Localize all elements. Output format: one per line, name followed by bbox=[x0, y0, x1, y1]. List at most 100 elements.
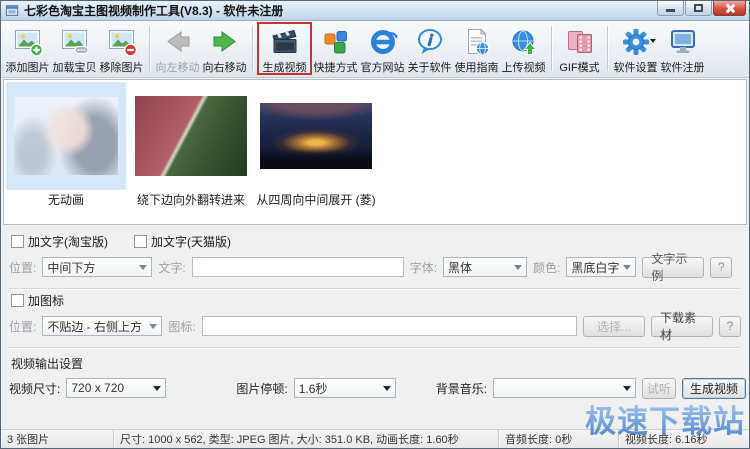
video-size-select[interactable]: 720 x 720 bbox=[66, 378, 167, 398]
text-font-select[interactable]: 黑体 bbox=[443, 257, 528, 277]
toolbar-upload-video[interactable]: 上传视频 bbox=[500, 22, 547, 75]
icon-file-input[interactable] bbox=[201, 316, 577, 336]
guide-icon bbox=[461, 27, 493, 57]
text-content-input[interactable] bbox=[191, 257, 404, 277]
toolbar-add-image[interactable]: 添加图片 bbox=[4, 22, 51, 75]
toolbar-add-image-label: 添加图片 bbox=[5, 62, 50, 74]
toolbar-website-label: 官方网站 bbox=[360, 62, 405, 74]
thumbnail-item[interactable]: 绕下边向外翻转进来 bbox=[131, 82, 251, 208]
icon-file-label: 图标: bbox=[168, 319, 196, 334]
chevron-down-icon bbox=[382, 385, 391, 391]
statusbar-image-count: 3 张图片 bbox=[1, 430, 114, 448]
toolbar-register-label: 软件注册 bbox=[660, 62, 705, 74]
text-sample-button[interactable]: 文字示例 bbox=[642, 252, 705, 283]
close-button[interactable] bbox=[713, 1, 746, 16]
text-help-button[interactable]: ? bbox=[710, 256, 733, 278]
toolbar-move-right[interactable]: 向右移动 bbox=[201, 22, 248, 75]
text-color-label: 颜色: bbox=[533, 260, 561, 275]
toolbar-settings[interactable]: 软件设置 bbox=[612, 22, 659, 75]
thumbnail-item[interactable]: 无动画 bbox=[6, 82, 126, 208]
toolbar-guide[interactable]: 使用指南 bbox=[453, 22, 500, 75]
toolbar-load-item[interactable]: 加载宝贝 bbox=[51, 22, 98, 75]
text-position-select[interactable]: 中间下方 bbox=[42, 257, 153, 277]
image-pause-select[interactable]: 1.6秒 bbox=[293, 378, 396, 398]
icon-checkbox-row: 加图标 bbox=[11, 292, 741, 308]
app-icon bbox=[5, 4, 19, 16]
remove-image-icon bbox=[106, 27, 138, 57]
toolbar-about-label: 关于软件 bbox=[407, 62, 452, 74]
thumbnail-caption: 从四周向中间展开 (菱) bbox=[256, 192, 376, 207]
thumbnail-item[interactable]: 从四周向中间展开 (菱) bbox=[256, 82, 376, 208]
toolbar-remove-image-label: 移除图片 bbox=[99, 62, 144, 74]
chevron-down-icon bbox=[623, 264, 632, 270]
toolbar-separator bbox=[551, 26, 552, 71]
generate-video-button-label: 生成视频 bbox=[690, 381, 739, 396]
tmall-text-checkbox-group[interactable]: 加文字(天猫版) bbox=[134, 233, 231, 250]
website-icon bbox=[367, 27, 399, 57]
toolbar-separator bbox=[607, 26, 608, 71]
toolbar-separator bbox=[252, 26, 253, 71]
chevron-down-icon bbox=[139, 264, 148, 270]
toolbar-remove-image[interactable]: 移除图片 bbox=[98, 22, 145, 75]
toolbar-gif-mode-label: GIF模式 bbox=[559, 62, 600, 74]
taobao-text-checkbox-label: 加文字(淘宝版) bbox=[28, 234, 108, 249]
text-controls-row: 位置: 中间下方 文字: 字体: 黑体 颜色: 黑底白字 文字示例 ? bbox=[9, 252, 741, 283]
tmall-text-checkbox-label: 加文字(天猫版) bbox=[151, 234, 231, 249]
shortcut-icon bbox=[320, 27, 352, 57]
toolbar: 添加图片 加载宝贝 移除图片 向左移动 向右移动 生成视频 快捷方式 官方网站 … bbox=[1, 21, 749, 78]
toolbar-shortcut-label: 快捷方式 bbox=[313, 62, 358, 74]
question-mark-icon: ? bbox=[718, 260, 725, 274]
chevron-down-icon bbox=[514, 264, 523, 270]
toolbar-website[interactable]: 官方网站 bbox=[359, 22, 406, 75]
toolbar-generate-video[interactable]: 生成视频 bbox=[257, 22, 312, 75]
toolbar-separator bbox=[149, 26, 150, 71]
listen-button-label: 试听 bbox=[647, 381, 672, 396]
toolbar-gif-mode[interactable]: GIF模式 bbox=[556, 22, 603, 75]
taobao-text-checkbox-group[interactable]: 加文字(淘宝版) bbox=[11, 233, 108, 250]
text-color-select[interactable]: 黑底白字 bbox=[566, 257, 637, 277]
statusbar-image-info: 尺寸: 1000 x 562, 类型: JPEG 图片, 大小: 351.0 K… bbox=[114, 430, 499, 448]
maximize-icon bbox=[694, 4, 703, 12]
toolbar-guide-label: 使用指南 bbox=[454, 62, 499, 74]
maximize-button[interactable] bbox=[685, 1, 712, 16]
thumbnail-caption: 绕下边向外翻转进来 bbox=[136, 192, 245, 207]
move-left-icon bbox=[162, 27, 194, 57]
text-sample-button-label: 文字示例 bbox=[651, 252, 688, 283]
taobao-text-checkbox[interactable] bbox=[11, 234, 24, 248]
add-image-icon bbox=[12, 27, 44, 57]
chevron-down-icon bbox=[623, 385, 632, 391]
background-music-select[interactable] bbox=[493, 378, 637, 398]
icon-position-value: 不贴边 - 右侧上方 bbox=[47, 319, 143, 334]
add-icon-checkbox-group[interactable]: 加图标 bbox=[11, 292, 64, 309]
generate-video-icon bbox=[269, 27, 301, 57]
add-icon-checkbox-label: 加图标 bbox=[28, 293, 65, 308]
toolbar-register[interactable]: 软件注册 bbox=[659, 22, 706, 75]
section-divider bbox=[9, 288, 741, 290]
toolbar-move-right-label: 向右移动 bbox=[202, 62, 247, 74]
site-watermark: 极速下载站 bbox=[585, 396, 745, 441]
thumbnail-photo-portrait bbox=[14, 97, 118, 175]
register-icon bbox=[667, 27, 699, 57]
image-pause-value: 1.6秒 bbox=[298, 381, 328, 396]
gif-mode-icon bbox=[564, 27, 596, 57]
upload-video-icon bbox=[508, 27, 540, 57]
app-window: 七彩色淘宝主图视频制作工具(V8.3) - 软件未注册 添加图片 加载宝贝 移除… bbox=[0, 0, 750, 449]
icon-position-select[interactable]: 不贴边 - 右侧上方 bbox=[42, 316, 163, 336]
minimize-button[interactable] bbox=[657, 1, 684, 16]
toolbar-shortcut[interactable]: 快捷方式 bbox=[312, 22, 359, 75]
toolbar-move-left-label: 向左移动 bbox=[155, 62, 200, 74]
icon-download-button[interactable]: 下载素材 bbox=[651, 311, 713, 342]
text-font-value: 黑体 bbox=[448, 260, 473, 275]
close-icon bbox=[725, 3, 735, 13]
toolbar-about[interactable]: 关于软件 bbox=[406, 22, 453, 75]
tmall-text-checkbox[interactable] bbox=[134, 234, 147, 248]
toolbar-settings-label: 软件设置 bbox=[613, 62, 658, 74]
text-position-value: 中间下方 bbox=[47, 260, 96, 275]
add-icon-checkbox[interactable] bbox=[11, 293, 24, 307]
icon-help-button[interactable]: ? bbox=[719, 315, 741, 337]
toolbar-move-left[interactable]: 向左移动 bbox=[154, 22, 201, 75]
thumbnail-image-wrap bbox=[256, 82, 376, 190]
text-font-label: 字体: bbox=[409, 260, 438, 275]
video-size-label: 视频尺寸: bbox=[9, 381, 61, 396]
icon-choose-button[interactable]: 选择... bbox=[583, 315, 645, 337]
